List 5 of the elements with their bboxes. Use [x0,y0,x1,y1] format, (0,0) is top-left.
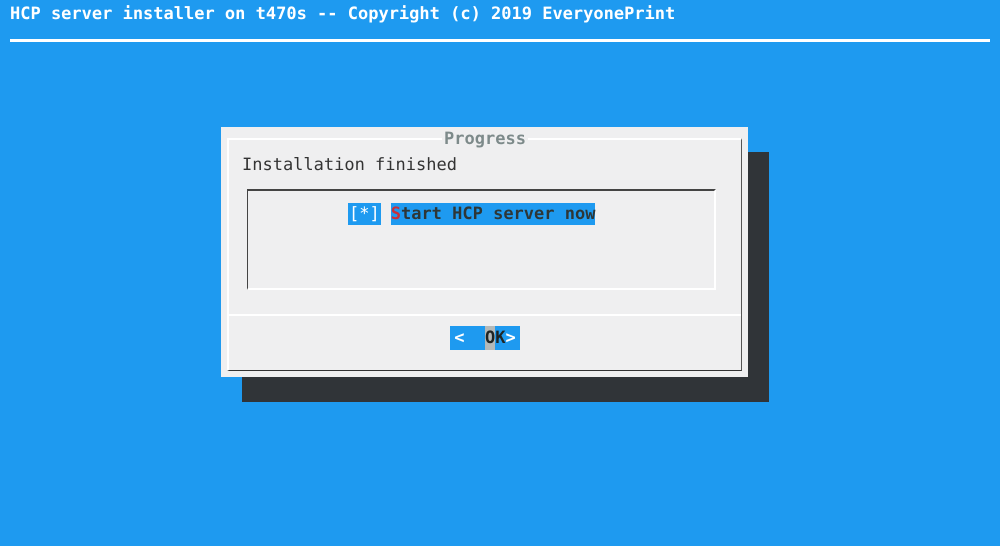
ok-button[interactable]: < OK> [450,326,520,350]
checkbox[interactable]: [*] [348,203,381,225]
dialog-title: Progress [442,130,528,148]
dialog-message: Installation finished [242,155,458,175]
screen-title: HCP server installer on t470s -- Copyright (c) 2019 EveryonePrint [10,3,676,25]
